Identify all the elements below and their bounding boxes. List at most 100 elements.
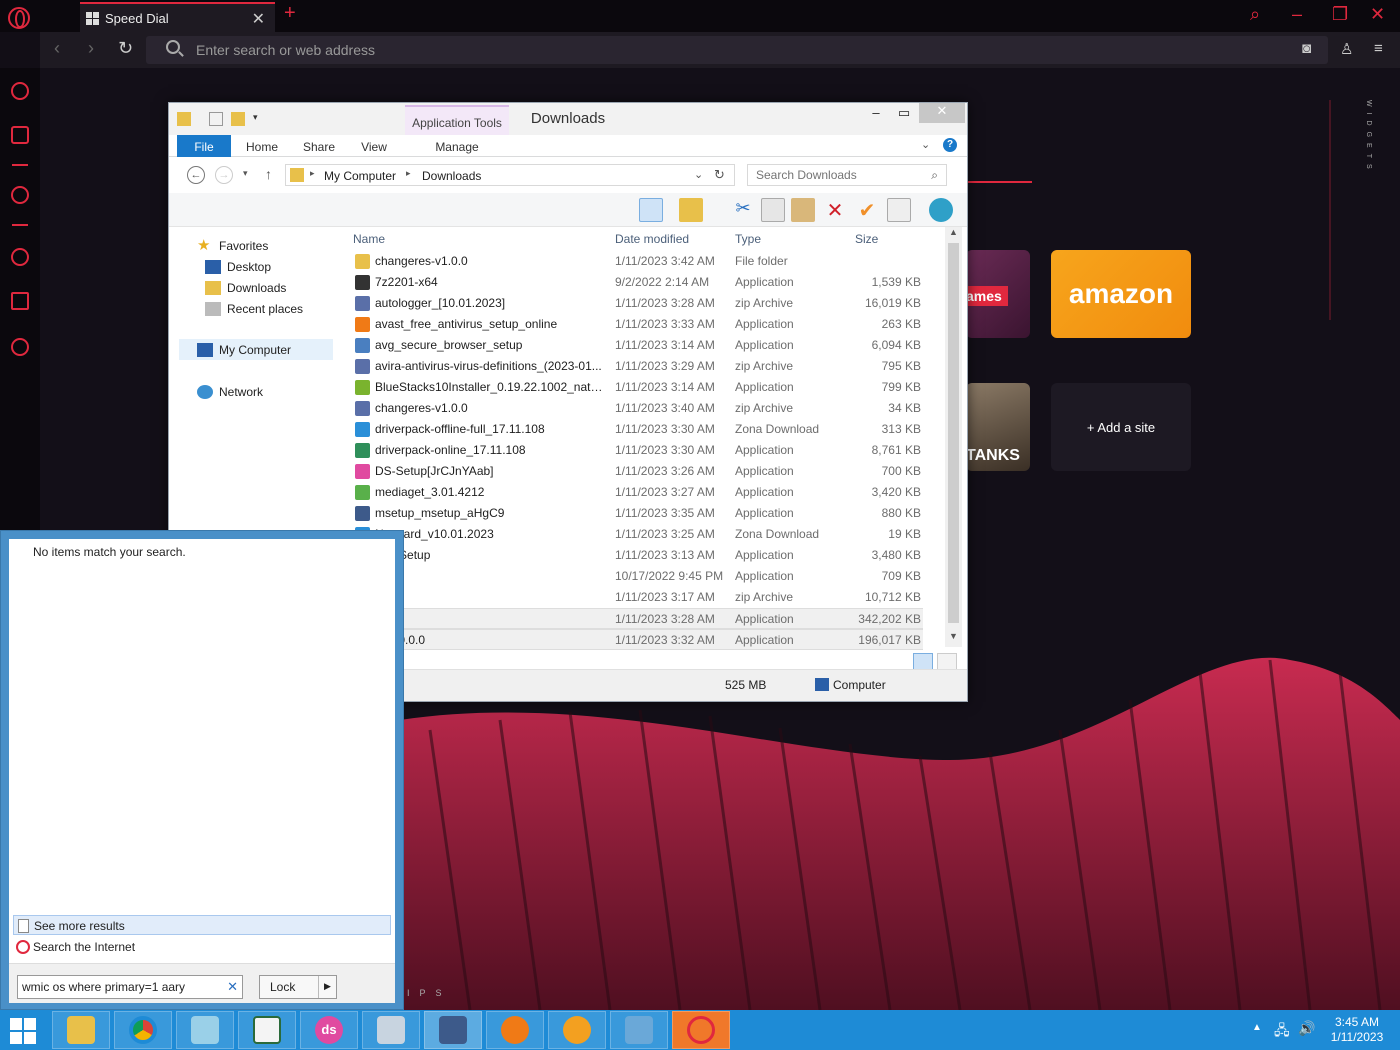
file-row[interactable]: avg_secure_browser_setup 1/11/2023 3:14 A… [345, 335, 923, 356]
nav-downloads[interactable]: Downloads [205, 281, 286, 295]
vertical-scrollbar[interactable]: ▲ ▼ [945, 227, 962, 647]
breadcrumb[interactable]: ▸ My Computer ▸ Downloads ⌄ ↻ [285, 164, 735, 186]
network-icon[interactable]: 🖧 [1274, 1020, 1290, 1044]
file-row[interactable]: DS-Setup[JrCJnYAab] 1/11/2023 3:26 AM Appl… [345, 461, 923, 482]
details-view-icon[interactable] [639, 198, 663, 222]
power-options-arrow-icon[interactable]: ▶ [318, 976, 336, 998]
taskbar-file-explorer[interactable] [52, 1011, 110, 1049]
scrollbar-thumb[interactable] [948, 243, 959, 623]
column-size[interactable]: Size [855, 232, 878, 246]
account-icon[interactable]: ♙ [1340, 40, 1353, 58]
folder-options-icon[interactable] [679, 198, 703, 222]
taskbar-app-4[interactable] [238, 1011, 296, 1049]
file-row[interactable]: d 1/11/2023 3:28 AM Application 342,202 KB [345, 608, 923, 629]
speed-dial-tanks[interactable]: TANKS [966, 383, 1030, 471]
nav-my-computer[interactable]: My Computer [179, 339, 333, 360]
maximize-icon[interactable]: ▭ [889, 105, 919, 125]
forward-icon[interactable]: › [88, 38, 94, 59]
tab-share[interactable]: Share [293, 135, 345, 157]
taskbar-app-6[interactable] [362, 1011, 420, 1049]
tab-file[interactable]: File [177, 135, 231, 157]
player-icon[interactable] [11, 186, 29, 204]
nav-desktop[interactable]: Desktop [205, 260, 271, 274]
file-row[interactable]: 7z2201-x64 9/2/2022 2:14 AM Application 1,5… [345, 272, 923, 293]
recent-locations-icon[interactable]: ▾ [243, 168, 248, 179]
help-icon[interactable]: ? [943, 138, 957, 152]
file-row[interactable]: avast_free_antivirus_setup_online 1/11/20… [345, 314, 923, 335]
taskbar-app-3[interactable] [176, 1011, 234, 1049]
clock[interactable]: 3:45 AM 1/11/2023 [1320, 1015, 1394, 1045]
new-tab-icon[interactable]: + [284, 2, 296, 25]
up-icon[interactable]: ↑ [265, 166, 272, 182]
start-button[interactable] [10, 1018, 38, 1044]
taskbar-opera[interactable] [672, 1011, 730, 1049]
file-row[interactable]: changeres-v1.0.0 1/11/2023 3:40 AM zip Arc… [345, 398, 923, 419]
taskbar-chrome[interactable] [114, 1011, 172, 1049]
breadcrumb-downloads[interactable]: Downloads [422, 169, 481, 183]
speedometer-icon[interactable] [11, 82, 29, 100]
extensions-icon[interactable] [11, 292, 29, 310]
search-tabs-icon[interactable]: ⌕ [1250, 4, 1260, 25]
taskbar-app-10[interactable] [610, 1011, 668, 1049]
column-type[interactable]: Type [735, 232, 761, 246]
file-row[interactable]: changeres-v1.0.0 1/11/2023 3:42 AM File fo… [345, 251, 923, 272]
taskbar-ds[interactable]: ds [300, 1011, 358, 1049]
url-field[interactable] [146, 36, 1328, 64]
cut-icon[interactable]: ✂ [731, 198, 755, 222]
speed-dial-amazon[interactable]: amazon [1051, 250, 1191, 338]
breadcrumb-my-computer[interactable]: My Computer [324, 169, 396, 183]
file-row[interactable]: msetup_msetup_aHgC9 1/11/2023 3:35 AM Appl… [345, 503, 923, 524]
taskbar-avast[interactable] [486, 1011, 544, 1049]
start-search-input[interactable] [18, 976, 218, 998]
minimize-icon[interactable]: – [1292, 4, 1302, 25]
file-row[interactable]: avira-antivirus-virus-definitions_(2023-… [345, 356, 923, 377]
tab-view[interactable]: View [349, 135, 399, 157]
volume-icon[interactable]: 🔊 [1298, 1020, 1315, 1037]
reload-icon[interactable]: ↻ [118, 38, 133, 59]
minimize-icon[interactable]: – [861, 105, 891, 125]
add-site-button[interactable]: + Add a site [1051, 383, 1191, 471]
close-icon[interactable]: ✕ [919, 103, 965, 123]
expand-ribbon-icon[interactable]: ⌄ [921, 138, 930, 151]
start-search-box[interactable]: ✕ [17, 975, 243, 999]
file-row[interactable]: autologger_[10.01.2023] 1/11/2023 3:28 AM… [345, 293, 923, 314]
paste-icon[interactable] [791, 198, 815, 222]
column-name[interactable]: Name [353, 232, 385, 246]
close-icon[interactable]: ✕ [1370, 4, 1385, 25]
nav-network[interactable]: Network [197, 385, 263, 399]
taskbar-app-9[interactable] [548, 1011, 606, 1049]
rename-icon[interactable] [887, 198, 911, 222]
file-row[interactable]: driverpack-offline-full_17.11.108 1/11/20… [345, 419, 923, 440]
file-row[interactable]: aGXSetup 1/11/2023 3:13 AM Application 3,48… [345, 545, 923, 566]
tab-home[interactable]: Home [235, 135, 289, 157]
show-hidden-icons-icon[interactable]: ▲ [1252, 1022, 1262, 1033]
forward-icon[interactable]: → [215, 166, 233, 184]
search-box[interactable]: ⌕ [747, 164, 947, 186]
back-icon[interactable]: ‹ [54, 38, 60, 59]
tab-speed-dial[interactable]: Speed Dial ✕ [80, 2, 275, 32]
back-icon[interactable]: ← [187, 166, 205, 184]
speed-dial-games[interactable]: ames [966, 250, 1030, 338]
file-row[interactable]: 7 10/17/2022 9:45 PM Application 709 KB [345, 566, 923, 587]
file-row[interactable]: mediaget_3.01.4212 1/11/2023 3:27 AM Appli… [345, 482, 923, 503]
taskbar-app-7[interactable] [424, 1011, 482, 1049]
history-icon[interactable] [11, 248, 29, 266]
search-internet-link[interactable]: Search the Internet [13, 937, 391, 957]
search-icon[interactable]: ⌕ [931, 168, 938, 183]
clear-search-icon[interactable]: ✕ [227, 979, 238, 995]
restore-icon[interactable]: ❐ [1332, 4, 1348, 25]
lock-button[interactable]: Lock ▶ [259, 975, 337, 999]
file-row[interactable]: BlueStacks10Installer_0.19.22.1002_nativ… [345, 377, 923, 398]
see-more-results-link[interactable]: See more results [13, 915, 391, 935]
search-input[interactable] [748, 165, 918, 185]
globe-icon[interactable] [929, 198, 953, 222]
check-icon[interactable]: ✔ [855, 198, 879, 222]
bag-icon[interactable] [11, 126, 29, 144]
file-row[interactable]: N...tgard_v10.01.2023 1/11/2023 3:25 AM Zo… [345, 524, 923, 545]
menu-icon[interactable]: ≡ [1374, 40, 1383, 57]
scroll-up-icon[interactable]: ▲ [949, 227, 958, 237]
file-row[interactable]: 2_3.0.0.0 1/11/2023 3:32 AM Application 196… [345, 629, 923, 650]
scroll-down-icon[interactable]: ▼ [949, 631, 958, 641]
refresh-icon[interactable]: ↻ [714, 167, 725, 183]
nav-favorites[interactable]: ★ Favorites [197, 238, 268, 253]
